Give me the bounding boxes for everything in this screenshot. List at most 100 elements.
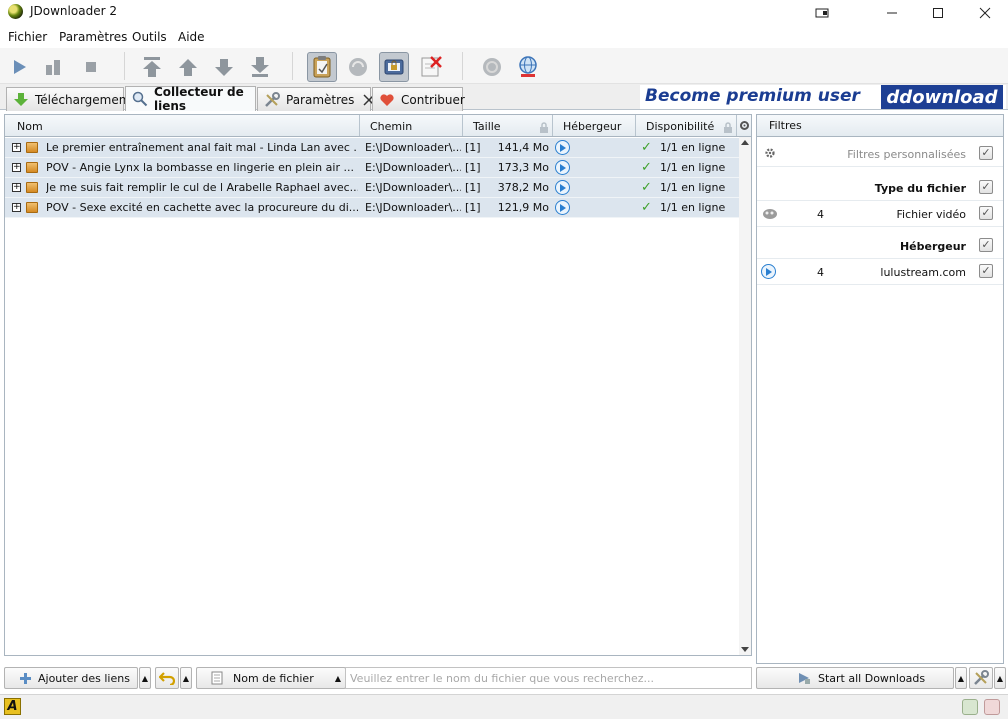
jdownloader-logo-icon: [8, 4, 23, 19]
filter-video-label: Fichier vidéo: [896, 208, 967, 221]
row-name: POV - Angie Lynx la bombasse en lingerie…: [46, 161, 354, 174]
tab-contribuer[interactable]: Contribuer: [372, 87, 465, 111]
filter-panel: Filtres Filtres personnalisées ✓ Type du…: [756, 114, 1004, 664]
lulustream-host-icon: [555, 160, 570, 175]
reconnect-status-icon[interactable]: [962, 699, 978, 715]
premium-banner-text[interactable]: Become premium user: [645, 86, 860, 106]
stop-icon[interactable]: [76, 52, 106, 82]
filter-video-row[interactable]: 4 Fichier vidéo ✓: [757, 201, 1003, 227]
gear-icon[interactable]: [764, 147, 776, 162]
tab-label: Téléchargement: [35, 92, 132, 107]
wrench-icon: [264, 91, 280, 108]
filter-type-checkbox[interactable]: ✓: [979, 180, 993, 194]
online-check-icon: ✓: [641, 180, 652, 195]
row-availability: 1/1 en ligne: [660, 181, 726, 194]
row-availability: 1/1 en ligne: [660, 161, 726, 174]
filter-lulustream-row[interactable]: 4 lulustream.com ✓: [757, 259, 1003, 285]
maximize-button[interactable]: [915, 0, 961, 26]
column-settings-icon[interactable]: [739, 120, 750, 134]
auto-update-cancel-icon[interactable]: [416, 52, 446, 82]
expand-icon[interactable]: +: [12, 183, 21, 192]
premium-lock-icon[interactable]: [379, 52, 409, 82]
filter-custom-label: Filtres personnalisées: [847, 148, 966, 161]
row-path: E:\JDownloader\...: [365, 161, 461, 174]
scroll-up-icon[interactable]: [741, 140, 749, 145]
filter-group-hoster: Hébergeur ✓: [757, 233, 1003, 259]
filter-hoster-checkbox[interactable]: ✓: [979, 238, 993, 252]
expand-icon[interactable]: +: [12, 143, 21, 152]
tools-icon[interactable]: [969, 667, 993, 689]
column-hebergeur[interactable]: Hébergeur: [553, 115, 636, 136]
start-all-downloads-button[interactable]: Start all Downloads: [756, 667, 954, 689]
move-down-icon[interactable]: [209, 52, 239, 82]
add-links-menu-icon[interactable]: ▲: [139, 667, 151, 689]
lulustream-host-icon: [555, 140, 570, 155]
row-count: [1]: [465, 181, 481, 194]
expand-icon[interactable]: +: [12, 203, 21, 212]
package-icon: [26, 142, 38, 153]
column-taille[interactable]: Taille: [463, 115, 553, 136]
ddownload-logo[interactable]: ddownload: [881, 85, 1003, 109]
filter-custom-checkbox[interactable]: ✓: [979, 146, 993, 160]
row-size: 141,4 Mo: [497, 141, 549, 154]
filter-header: Filtres: [757, 115, 1003, 137]
close-button[interactable]: [962, 0, 1008, 26]
expand-icon[interactable]: +: [12, 163, 21, 172]
column-chemin[interactable]: Chemin: [360, 115, 463, 136]
move-bottom-icon[interactable]: [245, 52, 275, 82]
clipboard-monitor-icon[interactable]: [307, 52, 337, 82]
reconnect-icon[interactable]: [343, 52, 373, 82]
update-status-icon[interactable]: [984, 699, 1000, 715]
magnifier-icon: [132, 91, 148, 107]
vertical-scrollbar[interactable]: [739, 137, 751, 655]
table-row[interactable]: + Je me suis fait remplir le cul de l Ar…: [5, 178, 739, 198]
tab-telechargement[interactable]: Téléchargement: [6, 87, 131, 111]
pause-icon[interactable]: [38, 52, 68, 82]
status-bar: A: [0, 694, 1008, 719]
title-bar: JDownloader 2: [0, 0, 1008, 26]
row-name: Le premier entraînement anal fait mal - …: [46, 141, 358, 154]
filter-lulustream-checkbox[interactable]: ✓: [979, 264, 993, 278]
row-count: [1]: [465, 201, 481, 214]
restore-mini-icon[interactable]: [800, 0, 846, 26]
menu-outils[interactable]: Outils: [132, 30, 167, 44]
tab-label: Paramètres: [286, 92, 355, 107]
menu-parametres[interactable]: Paramètres: [59, 30, 127, 44]
filter-lulustream-label: lulustream.com: [880, 266, 966, 279]
filter-custom-row[interactable]: Filtres personnalisées ✓: [757, 141, 1003, 167]
table-row[interactable]: + POV - Sexe excité en cachette avec la …: [5, 198, 739, 218]
tab-collecteur[interactable]: Collecteur de liens: [125, 85, 256, 113]
move-top-icon[interactable]: [137, 52, 167, 82]
captcha-solver-icon[interactable]: A: [4, 698, 21, 715]
menu-aide[interactable]: Aide: [178, 30, 205, 44]
start-menu-icon[interactable]: ▲: [955, 667, 967, 689]
search-input[interactable]: [345, 667, 752, 689]
filter-lulustream-count: 4: [817, 266, 824, 279]
row-availability: 1/1 en ligne: [660, 141, 726, 154]
online-check-icon: ✓: [641, 200, 652, 215]
add-links-button[interactable]: Ajouter des liens: [4, 667, 138, 689]
tab-parametres[interactable]: Paramètres: [257, 87, 375, 111]
linkgrabber-table: Nom Chemin Taille Hébergeur Disponibilit…: [4, 114, 752, 656]
play-icon[interactable]: [4, 52, 34, 82]
tools-menu-icon[interactable]: ▲: [994, 667, 1006, 689]
search-mode-select[interactable]: Nom de fichier ▲: [196, 667, 346, 689]
table-row[interactable]: + POV - Angie Lynx la bombasse en linger…: [5, 158, 739, 178]
undo-menu-icon[interactable]: ▲: [180, 667, 192, 689]
column-disponibilite[interactable]: Disponibilité: [636, 115, 737, 136]
window-title: JDownloader 2: [30, 4, 117, 18]
toolbar: [0, 48, 1008, 84]
filter-video-checkbox[interactable]: ✓: [979, 206, 993, 220]
minimize-button[interactable]: [869, 0, 915, 26]
move-up-icon[interactable]: [173, 52, 203, 82]
globe-icon[interactable]: [513, 52, 543, 82]
menu-fichier[interactable]: Fichier: [8, 30, 47, 44]
undo-icon[interactable]: [155, 667, 179, 689]
scroll-down-icon[interactable]: [741, 647, 749, 652]
column-nom[interactable]: Nom: [5, 115, 360, 136]
row-count: [1]: [465, 161, 481, 174]
start-all-label: Start all Downloads: [818, 671, 926, 685]
filter-video-count: 4: [817, 208, 824, 221]
table-row[interactable]: + Le premier entraînement anal fait mal …: [5, 138, 739, 158]
refresh-icon[interactable]: [477, 52, 507, 82]
